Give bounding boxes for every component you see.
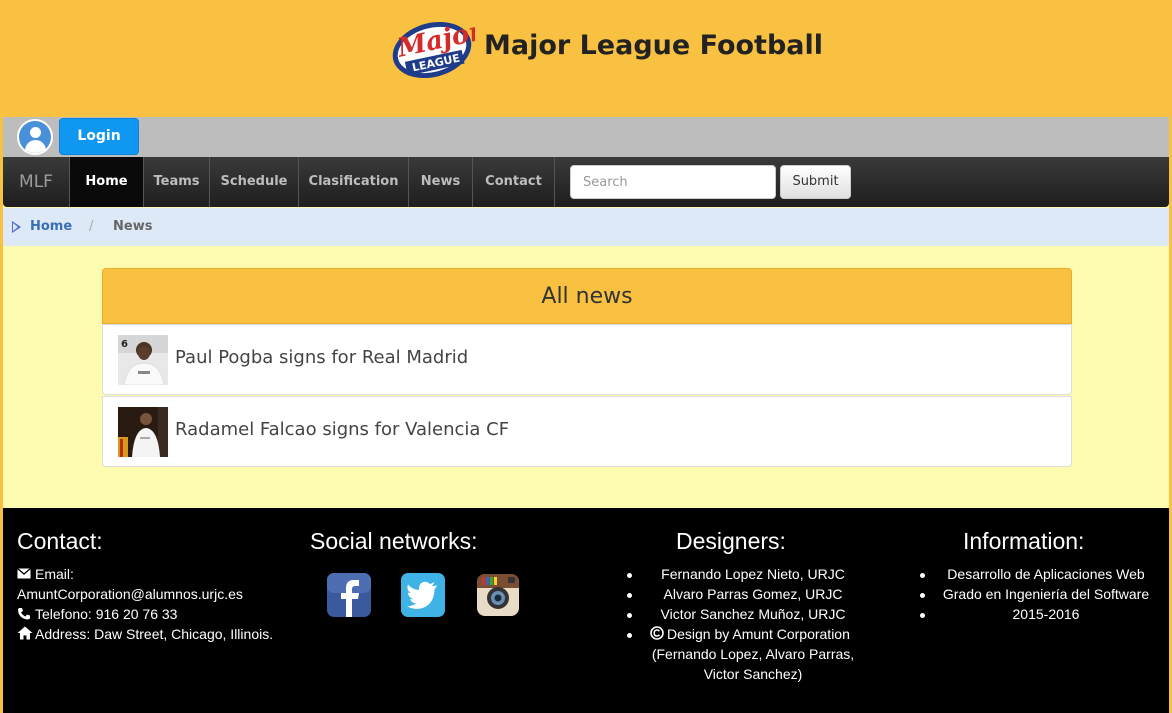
twitter-icon[interactable] <box>399 571 447 619</box>
news-panel: All news 6 Paul Pogba signs for Real Mad… <box>102 268 1072 468</box>
information-item: 2015-2016 <box>1012 606 1080 622</box>
nav-item-clasification[interactable]: Clasification <box>298 157 408 207</box>
major-league-logo[interactable]: Major LEAGUE <box>389 14 475 82</box>
nav-item-schedule[interactable]: Schedule <box>209 157 298 207</box>
nav-item-news[interactable]: News <box>408 157 472 207</box>
svg-text:6: 6 <box>121 339 128 350</box>
contact-email[interactable]: AmuntCorporation@alumnos.urjc.es <box>17 586 243 602</box>
login-bar: Login <box>3 117 1169 157</box>
designer-item: Victor Sanchez) <box>703 666 803 682</box>
news-thumbnail <box>118 407 168 457</box>
bullet <box>627 633 632 638</box>
news-item[interactable]: Radamel Falcao signs for Valencia CF <box>102 396 1072 467</box>
contact-phone: Telefono: 916 20 76 33 <box>35 606 178 622</box>
bullet <box>920 593 925 598</box>
search-input[interactable] <box>570 165 776 199</box>
designer-item: Design by Amunt Corporation <box>667 626 850 642</box>
login-button[interactable]: Login <box>59 118 139 155</box>
information-item: Desarrollo de Aplicaciones Web <box>947 566 1145 582</box>
phone-icon <box>18 608 30 620</box>
contact-heading: Contact: <box>17 528 103 554</box>
submit-button[interactable]: Submit <box>780 165 851 199</box>
main-navbar: MLF Home Teams Schedule Clasification Ne… <box>3 157 1169 207</box>
contact-address: Address: Daw Street, Chicago, Illinois. <box>35 626 274 642</box>
nav-item-home[interactable]: Home <box>69 157 143 207</box>
site-header: Major LEAGUE Major League Football <box>3 0 1169 117</box>
bullet <box>627 573 632 578</box>
page: Major LEAGUE Major League Football Login… <box>0 0 1172 713</box>
designer-item: Fernando Lopez Nieto, URJC <box>661 566 845 582</box>
user-avatar-icon[interactable] <box>17 119 53 155</box>
breadcrumb-separator: / <box>89 219 94 234</box>
navbar-brand[interactable]: MLF <box>3 157 69 207</box>
breadcrumb-home-link[interactable]: Home <box>30 219 72 234</box>
envelope-icon <box>17 568 31 579</box>
copyright-icon <box>650 626 664 640</box>
play-arrow-icon <box>12 221 21 233</box>
bullet <box>627 613 632 618</box>
breadcrumb-current: News <box>113 219 153 234</box>
nav-divider <box>554 157 555 207</box>
site-title: Major League Football <box>484 30 824 61</box>
nav-item-teams[interactable]: Teams <box>143 157 209 207</box>
news-thumbnail: 6 <box>118 335 168 385</box>
social-heading: Social networks: <box>310 528 478 554</box>
contact-email-label: Email: <box>35 566 74 582</box>
designer-item: Alvaro Parras Gomez, URJC <box>663 586 843 602</box>
news-title[interactable]: Paul Pogba signs for Real Madrid <box>175 347 468 368</box>
site-footer: Contact: Email: AmuntCorporation@alumnos… <box>3 508 1169 713</box>
information-item: Grado en Ingeniería del Software <box>942 586 1150 602</box>
information-heading: Information: <box>963 528 1085 554</box>
nav-item-contact[interactable]: Contact <box>472 157 554 207</box>
news-item[interactable]: 6 Paul Pogba signs for Real Madrid <box>102 324 1072 395</box>
bullet <box>627 593 632 598</box>
bullet <box>920 573 925 578</box>
news-panel-title: All news <box>102 268 1072 324</box>
bullet <box>920 613 925 618</box>
instagram-icon[interactable] <box>474 571 522 619</box>
designer-item: Victor Sanchez Muñoz, URJC <box>660 606 846 622</box>
breadcrumb: Home / News <box>3 208 1169 246</box>
home-icon <box>17 626 33 640</box>
designers-heading: Designers: <box>676 528 786 554</box>
designer-item: (Fernando Lopez, Alvaro Parras, <box>651 646 855 662</box>
facebook-icon[interactable] <box>325 571 373 619</box>
news-title[interactable]: Radamel Falcao signs for Valencia CF <box>175 419 509 440</box>
